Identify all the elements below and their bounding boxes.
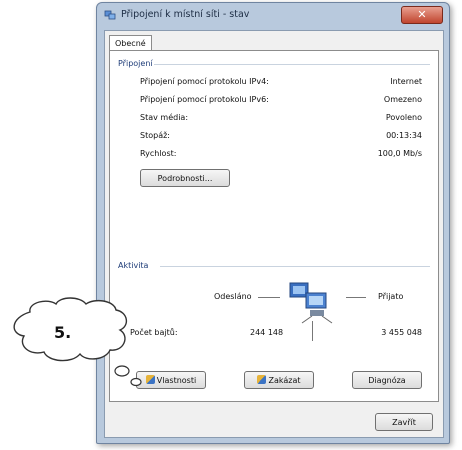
callout-bubble: 5. [13,297,142,387]
callout-number: 5. [54,323,71,342]
